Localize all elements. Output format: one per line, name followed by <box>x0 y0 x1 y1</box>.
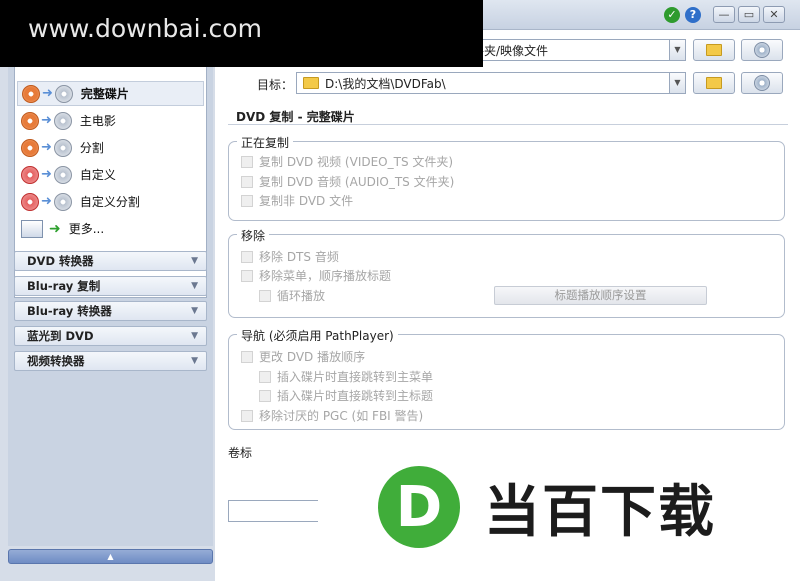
watermark-banner: www.downbai.com <box>0 0 483 67</box>
check-icon[interactable]: ✓ <box>664 7 680 23</box>
disc-custom-split-icon <box>21 192 39 211</box>
disc-icon <box>754 42 770 58</box>
chevron-down-icon[interactable]: ▼ <box>670 72 686 94</box>
source-path-value: 件夹/映像文件 <box>472 43 549 58</box>
source-browse-button[interactable] <box>693 39 735 61</box>
volume-label: 卷标 <box>228 446 253 460</box>
remove-dts-checkbox[interactable]: 移除 DTS 音频 <box>241 248 339 265</box>
jump-main-title-checkbox[interactable]: 插入碟片时直接跳转到主标题 <box>259 387 433 404</box>
brand-logo: D 当百下载 <box>318 433 800 581</box>
title-order-settings-button[interactable]: 标题播放顺序设置 <box>494 286 707 305</box>
close-button[interactable]: ✕ <box>763 6 785 23</box>
copy-video-ts-checkbox[interactable]: 复制 DVD 视频 (VIDEO_TS 文件夹) <box>241 153 453 170</box>
target-browse-button[interactable] <box>693 72 735 94</box>
divider <box>228 124 788 125</box>
logo-text: 当百下载 <box>484 479 716 545</box>
loop-play-checkbox[interactable]: 循环播放 <box>259 287 325 304</box>
sidebar-item-main-movie[interactable]: ➜ 主电影 <box>17 108 204 133</box>
accordion-video-converter[interactable]: 视频转换器 ▼ <box>14 351 207 371</box>
disc-split-icon <box>21 138 39 157</box>
remove-menu-checkbox[interactable]: 移除菜单，顺序播放标题 <box>241 267 391 284</box>
chevron-down-icon: ▼ <box>191 306 198 316</box>
folder-icon <box>706 77 722 89</box>
remove-pgc-checkbox[interactable]: 移除讨厌的 PGC (如 FBI 警告) <box>241 407 423 424</box>
sidebar-item-split[interactable]: ➜ 分割 <box>17 135 204 160</box>
chevron-down-icon: ▼ <box>191 281 198 291</box>
help-icon[interactable]: ? <box>685 7 701 23</box>
minimize-button[interactable]: — <box>713 6 735 23</box>
remove-group-title: 移除 <box>237 227 270 244</box>
logo-mark: D <box>378 466 460 548</box>
disc-custom-icon <box>21 165 39 184</box>
target-path-combo[interactable]: D:\我的文档\DVDFab\ <box>296 72 670 94</box>
sidebar-item-more[interactable]: ➜ 更多... <box>17 216 204 241</box>
target-disc-button[interactable] <box>741 72 783 94</box>
volume-label-input[interactable] <box>228 500 328 522</box>
green-arrow-icon: ➜ <box>49 220 61 237</box>
accordion-dvd-converter[interactable]: DVD 转换器 ▼ <box>14 251 207 271</box>
navigation-group: 导航 (必须启用 PathPlayer) 更改 DVD 播放顺序 插入碟片时直接… <box>228 327 785 430</box>
target-label: 目标： <box>257 78 294 92</box>
section-title: DVD 复制 - 完整碟片 <box>236 110 355 124</box>
target-path-value: D:\我的文档\DVDFab\ <box>325 76 446 91</box>
accordion-bluray-converter[interactable]: Blu-ray 转换器 ▼ <box>14 301 207 321</box>
chevron-down-icon: ▼ <box>191 256 198 266</box>
disc-icon <box>754 75 770 91</box>
disc-full-icon <box>22 84 40 103</box>
remove-group: 移除 移除 DTS 音频 移除菜单，顺序播放标题 循环播放 <box>228 227 785 318</box>
sidebar: ➜ 完整碟片 ➜ 主电影 ➜ 分割 ➜ 自定义 ➜ 自定义分割 ➜ 更多... … <box>8 56 213 546</box>
folder-icon <box>303 77 319 89</box>
disc-main-movie-icon <box>21 111 39 130</box>
change-play-order-checkbox[interactable]: 更改 DVD 播放顺序 <box>241 348 365 365</box>
source-disc-button[interactable] <box>741 39 783 61</box>
chevron-down-icon: ▼ <box>191 356 198 366</box>
sidebar-item-custom[interactable]: ➜ 自定义 <box>17 162 204 187</box>
chevron-down-icon: ▼ <box>191 331 198 341</box>
accordion-bluray-copy[interactable]: Blu-ray 复制 ▼ <box>14 276 207 296</box>
source-path-combo[interactable]: 件夹/映像文件 <box>465 39 670 61</box>
sidebar-item-full-disc[interactable]: ➜ 完整碟片 <box>17 81 204 106</box>
logo-letter: D <box>395 474 443 540</box>
sidebar-scroll-up-button[interactable]: ▲ <box>8 549 213 564</box>
copy-audio-ts-checkbox[interactable]: 复制 DVD 音频 (AUDIO_TS 文件夹) <box>241 173 454 190</box>
sidebar-item-custom-split[interactable]: ➜ 自定义分割 <box>17 189 204 214</box>
jump-main-menu-checkbox[interactable]: 插入碟片时直接跳转到主菜单 <box>259 368 433 385</box>
accordion-bluray-to-dvd[interactable]: 蓝光到 DVD ▼ <box>14 326 207 346</box>
maximize-button[interactable]: ▭ <box>738 6 760 23</box>
copy-non-dvd-checkbox[interactable]: 复制非 DVD 文件 <box>241 192 353 209</box>
chevron-down-icon[interactable]: ▼ <box>670 39 686 61</box>
copying-group: 正在复制 复制 DVD 视频 (VIDEO_TS 文件夹) 复制 DVD 音频 … <box>228 134 785 221</box>
copying-group-title: 正在复制 <box>237 134 294 151</box>
more-list-icon <box>21 219 43 238</box>
folder-icon <box>706 44 722 56</box>
navigation-group-title: 导航 (必须启用 PathPlayer) <box>237 327 398 344</box>
